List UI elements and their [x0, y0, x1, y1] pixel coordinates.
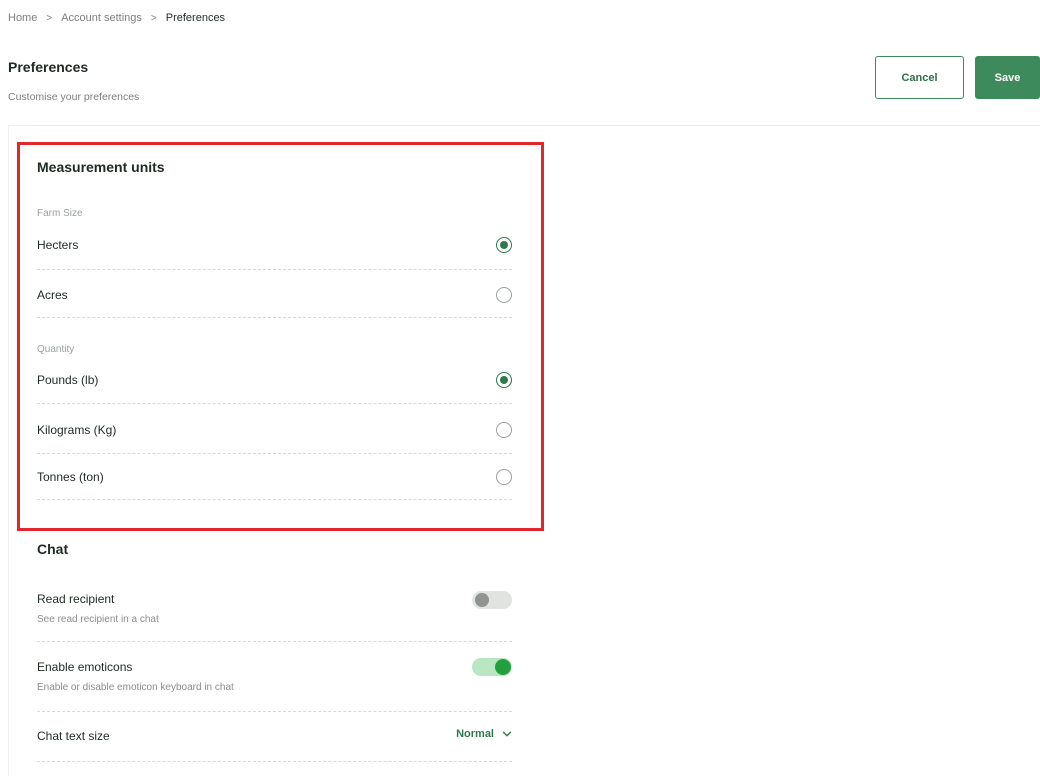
- enable-emoticons-label: Enable emoticons: [37, 660, 133, 674]
- radio-unchecked-icon[interactable]: [496, 287, 512, 303]
- read-recipient-toggle[interactable]: [472, 591, 512, 609]
- radio-option-kilograms[interactable]: Kilograms (Kg): [37, 404, 512, 454]
- read-recipient-row: Read recipient See read recipient in a c…: [37, 578, 512, 642]
- read-recipient-description: See read recipient in a chat: [37, 614, 159, 625]
- radio-option-label: Hecters: [37, 238, 79, 252]
- radio-checked-icon[interactable]: [496, 372, 512, 388]
- chat-text-size-value: Normal: [456, 728, 494, 740]
- radio-unchecked-icon[interactable]: [496, 469, 512, 485]
- radio-option-label: Acres: [37, 288, 68, 302]
- toggle-knob: [495, 659, 511, 675]
- measurement-units-title: Measurement units: [37, 159, 165, 175]
- radio-option-tonnes[interactable]: Tonnes (ton): [37, 454, 512, 500]
- page-title: Preferences: [8, 59, 89, 75]
- radio-option-label: Tonnes (ton): [37, 470, 104, 484]
- breadcrumb-account-settings[interactable]: Account settings: [61, 12, 142, 24]
- radio-option-pounds[interactable]: Pounds (lb): [37, 362, 512, 404]
- quantity-label: Quantity: [37, 344, 75, 355]
- farm-size-label: Farm Size: [37, 208, 83, 219]
- chat-text-size-select[interactable]: Normal: [456, 728, 512, 740]
- chat-text-size-label: Chat text size: [37, 729, 110, 743]
- chevron-down-icon: [502, 731, 512, 737]
- enable-emoticons-toggle[interactable]: [472, 658, 512, 676]
- toggle-knob: [475, 593, 489, 607]
- radio-option-hecters[interactable]: Hecters: [37, 228, 512, 270]
- content-left-border: [8, 126, 9, 776]
- chat-text-size-row: Chat text size Normal: [37, 712, 512, 762]
- breadcrumb: Home > Account settings > Preferences: [8, 12, 225, 24]
- page-subtitle: Customise your preferences: [8, 91, 140, 103]
- chat-section-title: Chat: [37, 541, 69, 557]
- enable-emoticons-description: Enable or disable emoticon keyboard in c…: [37, 682, 234, 693]
- read-recipient-label: Read recipient: [37, 592, 115, 606]
- radio-unchecked-icon[interactable]: [496, 422, 512, 438]
- radio-option-acres[interactable]: Acres: [37, 270, 512, 318]
- chevron-right-icon: >: [150, 12, 157, 24]
- radio-checked-icon[interactable]: [496, 237, 512, 253]
- header-divider: [8, 125, 1040, 126]
- breadcrumb-home[interactable]: Home: [8, 12, 37, 24]
- radio-option-label: Kilograms (Kg): [37, 423, 117, 437]
- save-button[interactable]: Save: [975, 56, 1040, 99]
- breadcrumb-preferences: Preferences: [165, 12, 226, 24]
- chevron-right-icon: >: [46, 12, 53, 24]
- radio-option-label: Pounds (lb): [37, 373, 99, 387]
- cancel-button[interactable]: Cancel: [875, 56, 964, 99]
- enable-emoticons-row: Enable emoticons Enable or disable emoti…: [37, 642, 512, 712]
